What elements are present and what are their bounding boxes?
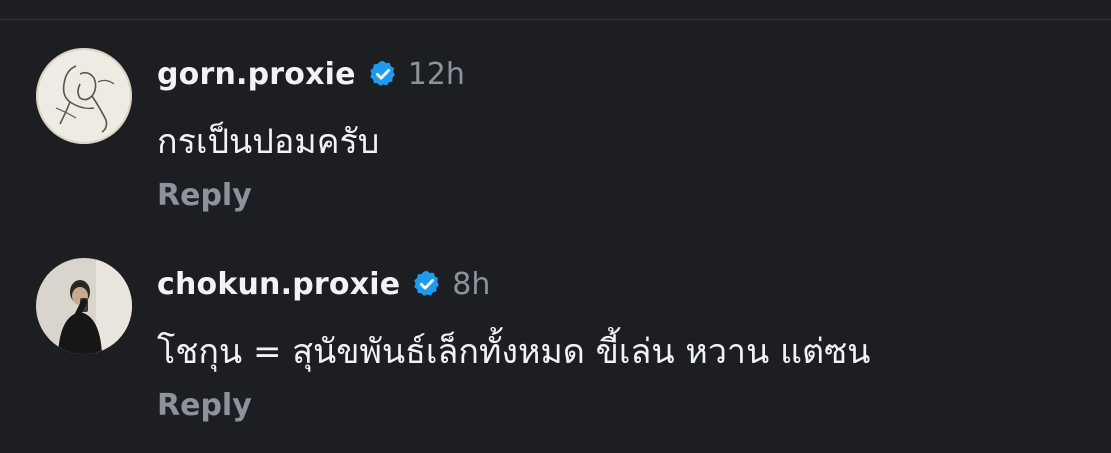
timestamp: 8h <box>452 266 491 302</box>
avatar[interactable] <box>36 48 132 144</box>
username[interactable]: gorn.proxie <box>157 57 356 92</box>
comment-text: กรเป็นปอมครับ <box>157 122 380 162</box>
verified-badge-icon <box>412 269 442 299</box>
mirror-selfie-icon <box>36 258 132 354</box>
verified-badge-icon <box>368 59 398 89</box>
top-divider <box>0 19 1111 20</box>
sketch-drawing-icon <box>36 48 132 144</box>
comment-header: gorn.proxie 12h <box>157 52 465 96</box>
comment-text: โชกุน = สุนัขพันธ์เล็กทั้งหมด ขี้เล่น หว… <box>157 332 871 372</box>
reply-button[interactable]: Reply <box>157 178 252 213</box>
username[interactable]: chokun.proxie <box>157 267 400 302</box>
avatar[interactable] <box>36 258 132 354</box>
comment-header: chokun.proxie 8h <box>157 262 490 306</box>
timestamp: 12h <box>407 56 465 92</box>
reply-button[interactable]: Reply <box>157 388 252 423</box>
